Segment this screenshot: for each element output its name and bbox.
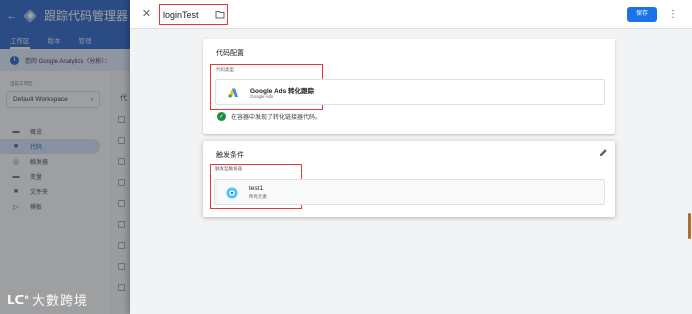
card-title: 触发条件 — [216, 152, 244, 159]
linker-status: ✓ 在容器中发现了转化链接器代码。 — [217, 112, 321, 121]
folder-icon[interactable] — [215, 10, 225, 19]
tag-name-field[interactable]: loginTest — [163, 10, 199, 20]
field-label: 代码类型 — [216, 67, 234, 72]
check-circle-icon: ✓ — [217, 112, 226, 121]
trigger-circle-icon — [226, 187, 238, 199]
panel-header: ✕ loginTest 保存 ⋮ — [130, 0, 692, 29]
scrollbar-handle[interactable] — [688, 213, 691, 239]
save-button[interactable]: 保存 — [627, 7, 657, 22]
status-text: 在容器中发现了转化链接器代码。 — [231, 115, 322, 121]
trigger-name: test1 — [249, 185, 264, 192]
trigger-row[interactable]: test1 所有元素 — [214, 179, 605, 205]
trigger-subtitle: 所有元素 — [249, 194, 267, 199]
close-icon[interactable]: ✕ — [140, 7, 153, 21]
more-vert-icon[interactable]: ⋮ — [668, 7, 678, 22]
tag-type-row[interactable]: Google Ads 转化跟踪 Google Ads — [215, 79, 605, 105]
tag-name-highlight: loginTest — [159, 4, 228, 25]
pencil-icon[interactable] — [599, 148, 608, 157]
field-label: 触发型触发器 — [215, 166, 242, 171]
watermark-text: 大數跨境 — [32, 293, 89, 308]
tag-configuration-card[interactable]: 代码配置 代码类型 Google Ads 转化跟踪 Google Ads ✓ 在… — [203, 39, 615, 134]
tag-editor-panel: ✕ loginTest 保存 ⋮ 代码配置 代码类型 Google Ads 转化… — [130, 0, 692, 314]
watermark-logo: ᒪᑕᐤ — [7, 292, 30, 307]
card-title: 代码配置 — [216, 50, 244, 57]
watermark: ᒪᑕᐤ 大數跨境 — [7, 290, 88, 309]
triggering-card[interactable]: 触发条件 触发型触发器 test1 所有元素 — [203, 141, 615, 217]
google-ads-icon — [228, 88, 238, 98]
tag-type-subtitle: Google Ads — [250, 94, 274, 99]
